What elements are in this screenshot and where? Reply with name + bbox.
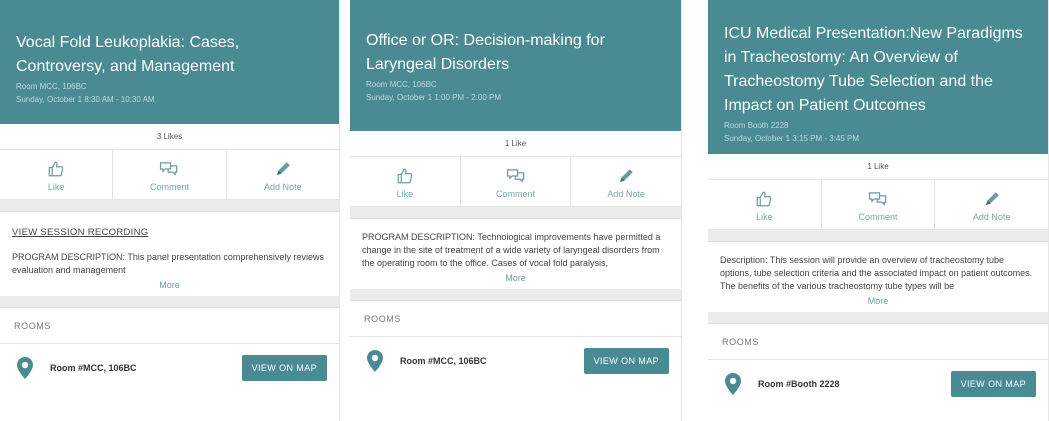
session-body: Description: This session will provide a…	[708, 242, 1048, 312]
rooms-heading: ROOMS	[708, 324, 1048, 360]
separator	[350, 207, 681, 219]
action-bar: Like Comment Add Note	[350, 157, 681, 207]
comment-button[interactable]: Comment	[822, 180, 936, 229]
session-card: Office or OR: Decision-making for Laryng…	[350, 0, 682, 421]
session-datetime: Sunday, October 1 8:30 AM - 10:30 AM	[16, 95, 155, 104]
rooms-heading: ROOMS	[350, 301, 681, 337]
more-link[interactable]: More	[720, 295, 1036, 308]
session-card: ICU Medical Presentation:New Paradigms i…	[708, 0, 1049, 421]
like-label: Like	[47, 181, 65, 192]
separator	[708, 312, 1048, 324]
room-row: Room #MCC, 106BC VIEW ON MAP	[0, 344, 339, 392]
session-title: ICU Medical Presentation:New Paradigms i…	[724, 25, 1023, 114]
session-header: Vocal Fold Leukoplakia: Cases, Controver…	[0, 0, 339, 124]
session-body: PROGRAM DESCRIPTION: Technological impro…	[350, 219, 681, 289]
session-header: ICU Medical Presentation:New Paradigms i…	[708, 0, 1048, 154]
program-description: PROGRAM DESCRIPTION: Technological impro…	[362, 232, 661, 268]
like-button[interactable]: Like	[350, 157, 461, 206]
session-card: Vocal Fold Leukoplakia: Cases, Controver…	[0, 0, 340, 421]
likes-count: 1 Like	[350, 131, 681, 157]
session-datetime: Sunday, October 1 1:00 PM - 2:00 PM	[366, 93, 502, 102]
comment-bubbles-icon	[868, 188, 888, 210]
likes-count: 1 Like	[708, 154, 1048, 180]
pencil-icon	[274, 158, 292, 180]
session-room: Room Booth 2228	[724, 121, 789, 130]
view-on-map-button[interactable]: VIEW ON MAP	[950, 371, 1036, 397]
pencil-icon	[983, 188, 1001, 210]
thumbs-up-icon	[755, 188, 773, 210]
action-bar: Like Comment Add Note	[0, 150, 339, 200]
pencil-icon	[617, 165, 635, 187]
session-datetime: Sunday, October 1 3:15 PM - 3:45 PM	[724, 134, 860, 143]
like-label: Like	[396, 188, 414, 199]
like-button[interactable]: Like	[0, 150, 114, 199]
like-label: Like	[756, 211, 773, 222]
session-title: Office or OR: Decision-making for Laryng…	[366, 32, 605, 73]
session-body: VIEW SESSION RECORDING PROGRAM DESCRIPTI…	[0, 212, 339, 296]
program-description: PROGRAM DESCRIPTION: This panel presenta…	[12, 252, 324, 275]
room-row: Room #MCC, 106BC VIEW ON MAP	[350, 337, 681, 385]
more-link[interactable]: More	[12, 279, 327, 292]
more-link[interactable]: More	[362, 272, 669, 285]
add-note-button[interactable]: Add Note	[571, 157, 681, 206]
add-note-label: Add Note	[972, 211, 1011, 222]
room-name: Room #MCC, 106BC	[50, 363, 137, 373]
action-bar: Like Comment Add Note	[708, 180, 1048, 230]
session-room: Room MCC, 106BC	[16, 82, 87, 91]
map-pin-icon	[722, 373, 744, 395]
thumbs-up-icon	[47, 158, 65, 180]
thumbs-up-icon	[396, 165, 414, 187]
room-row: Room #Booth 2228 VIEW ON MAP	[708, 360, 1048, 408]
view-session-recording-link[interactable]: VIEW SESSION RECORDING	[12, 226, 327, 239]
map-pin-icon	[364, 350, 386, 372]
add-note-button[interactable]: Add Note	[227, 150, 339, 199]
view-on-map-button[interactable]: VIEW ON MAP	[241, 355, 327, 381]
comment-bubbles-icon	[159, 158, 179, 180]
session-description: Description: This session will provide a…	[720, 255, 1033, 291]
session-header: Office or OR: Decision-making for Laryng…	[350, 0, 681, 131]
comment-bubbles-icon	[506, 165, 526, 187]
session-room: Room MCC, 106BC	[366, 80, 437, 89]
add-note-button[interactable]: Add Note	[935, 180, 1048, 229]
comment-label: Comment	[496, 188, 536, 199]
separator	[0, 200, 339, 212]
comment-label: Comment	[149, 181, 189, 192]
likes-count: 3 Likes	[0, 124, 339, 150]
view-on-map-button[interactable]: VIEW ON MAP	[583, 348, 669, 374]
add-note-label: Add Note	[607, 188, 645, 199]
map-pin-icon	[14, 357, 36, 379]
separator	[0, 296, 339, 308]
rooms-heading: ROOMS	[0, 308, 339, 344]
separator	[708, 230, 1048, 242]
room-name: Room #Booth 2228	[758, 379, 840, 389]
like-button[interactable]: Like	[708, 180, 822, 229]
separator	[350, 289, 681, 301]
comment-button[interactable]: Comment	[113, 150, 227, 199]
session-title: Vocal Fold Leukoplakia: Cases, Controver…	[16, 34, 240, 75]
comment-label: Comment	[858, 211, 898, 222]
comment-button[interactable]: Comment	[461, 157, 572, 206]
room-name: Room #MCC, 106BC	[400, 356, 487, 366]
add-note-label: Add Note	[264, 181, 302, 192]
